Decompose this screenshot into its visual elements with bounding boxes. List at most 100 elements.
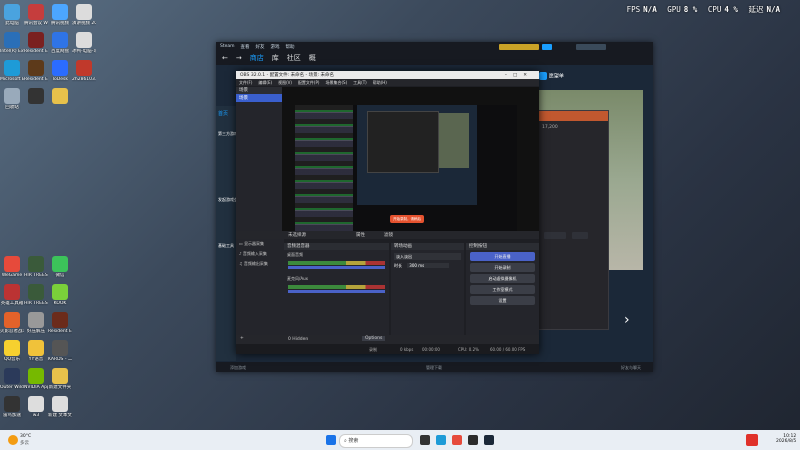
obs-menu-help[interactable]: 帮助(H) <box>373 80 387 86</box>
desktop-icon[interactable]: Resident Evil Re... <box>48 312 72 334</box>
obs-preview-canvas[interactable]: 开始录制，请稍后 <box>295 105 517 231</box>
desktop-icon[interactable]: 冰鸭-电脑-可参考到网... <box>72 32 96 54</box>
desktop-icon[interactable]: 回收站 <box>0 88 24 110</box>
obs-source-item-2[interactable]: ♪ 音频输入采集 <box>236 249 284 259</box>
steam-wishlist-button[interactable]: 愿望单 <box>549 74 564 80</box>
tray-app-icon[interactable] <box>746 434 758 446</box>
obs-transition-select[interactable]: 淡入淡出 <box>394 253 461 260</box>
steam-taskbar-icon[interactable] <box>484 435 494 445</box>
desktop-icon[interactable]: 腾讯视频 <box>48 4 72 26</box>
steam-sidebar-home[interactable]: 首页 <box>216 110 236 117</box>
desktop-icon[interactable] <box>24 88 48 105</box>
steam-popup-button-1[interactable] <box>544 232 566 239</box>
steam-notify-button[interactable] <box>542 44 552 50</box>
desktop-icon[interactable]: 此电脑 <box>0 4 24 26</box>
desktop-icon[interactable]: Resident Evil 4 <box>24 60 48 82</box>
desktop-icon[interactable]: 雷鸟加速 <box>0 396 24 418</box>
desktop-icon-label: 雷鸟加速 <box>3 413 21 418</box>
obs-track-2-slider[interactable] <box>288 290 385 293</box>
desktop-icon[interactable]: 新建文件夹 <box>48 368 72 390</box>
obs-source-item-3[interactable]: ♫ 音频输出采集 <box>236 259 284 269</box>
edge-icon[interactable] <box>436 435 446 445</box>
desktop-icon[interactable]: 演讲视频 2026-07-2... <box>72 4 96 26</box>
steam-menu-friends[interactable]: 好友 <box>256 44 265 50</box>
obs-source-item-1[interactable]: ▭ 显示器采集 <box>236 239 284 249</box>
obs-preview-area[interactable]: 开始录制，请稍后 <box>282 87 539 237</box>
desktop-icon[interactable]: w3 <box>24 396 48 418</box>
obs-filters-button[interactable]: 滤镜 <box>384 232 393 238</box>
steam-tab-community[interactable]: 社区 <box>287 53 301 63</box>
steam-account-button[interactable] <box>576 44 606 50</box>
desktop-icon[interactable]: HIR TREES PUZZLE <box>24 256 48 278</box>
obs-window[interactable]: OBS 32.0.1 - 配置文件: 未命名 - 场景: 未命名 –□✕ 文件(… <box>236 71 539 354</box>
add-icon[interactable]: + <box>240 336 244 341</box>
obs-menu-view[interactable]: 视图(V) <box>278 80 292 86</box>
taskbar-search[interactable]: ⌕ 搜索 <box>339 434 413 448</box>
desktop-icon[interactable]: 腾讯会议 WeGame版 <box>24 4 48 26</box>
desktop-icon[interactable]: KARDS - 二战卡牌游戏 <box>48 340 72 362</box>
desktop-icon[interactable]: ToDesk <box>48 60 72 82</box>
steam-popup-button-2[interactable] <box>572 232 588 239</box>
obs-virtual-cam-button[interactable]: 启动虚拟摄像机 <box>470 274 535 283</box>
obs-scene-item[interactable]: 场景 <box>236 94 282 102</box>
steam-nav-back-icon[interactable]: ← <box>222 54 228 62</box>
steam-manage-downloads[interactable]: 管理下载 <box>426 365 442 371</box>
obs-start-stream-button[interactable]: 开始直播 <box>470 252 535 261</box>
obs-start-record-button[interactable]: 开始录制 <box>470 263 535 272</box>
steam-sidebar-thirdparty[interactable]: 第三方游戏 <box>216 131 236 137</box>
steam-friends-chat[interactable]: 好友与聊天 <box>621 365 641 371</box>
window-controls-icon[interactable]: –□✕ <box>505 73 533 78</box>
steam-sidebar-session[interactable]: 发起游戏会话 <box>216 197 236 203</box>
obs-track-1-slider[interactable] <box>288 266 385 269</box>
obs-options-button[interactable]: Options <box>362 336 386 341</box>
chevron-right-icon[interactable]: › <box>624 312 630 328</box>
desktop-icon[interactable]: 2h286103... <box>72 60 96 82</box>
app-icon <box>28 256 44 272</box>
app-icon <box>4 88 20 104</box>
desktop-icon[interactable]: YY语音 <box>24 340 48 362</box>
weather-icon[interactable] <box>8 435 18 445</box>
obs-settings-button[interactable]: 设置 <box>470 296 535 305</box>
obs-properties-button[interactable]: 属性 <box>356 232 365 238</box>
steam-tab-store[interactable]: 商店 <box>250 53 264 63</box>
steam-menu-help[interactable]: 帮助 <box>286 44 295 50</box>
desktop-icon[interactable]: Microsoft Edge <box>0 60 24 82</box>
obs-duration-input[interactable]: 300 ms <box>407 263 450 268</box>
desktop-icon[interactable]: NVIDIA App <box>24 368 48 390</box>
desktop-icon[interactable]: Resident Evil 2 <box>24 32 48 54</box>
obs-studio-mode-button[interactable]: 工作室模式 <box>470 285 535 294</box>
obs-menu-file[interactable]: 文件(F) <box>239 80 252 86</box>
wegame-taskbar-icon[interactable] <box>452 435 462 445</box>
obs-menu-profile[interactable]: 配置文件(P) <box>298 80 320 86</box>
steam-sidebar-tools[interactable]: 基础工具 <box>216 243 236 249</box>
desktop-icon[interactable]: 新建 文本文档 <box>48 396 72 418</box>
desktop-icon[interactable]: HIR TREES THE PUZZ... <box>24 284 48 306</box>
desktop-icon[interactable]: 好压解压 <box>24 312 48 334</box>
steam-menu-view[interactable]: 查看 <box>241 44 250 50</box>
clock[interactable]: 10:12 2026/8/5 <box>776 434 796 444</box>
obs-menu-tools[interactable]: 工具(T) <box>353 80 367 86</box>
desktop-icon[interactable]: QQ音乐 <box>0 340 24 362</box>
desktop-icon[interactable]: Intel(R) Extrem... <box>0 32 24 54</box>
task-view-icon[interactable] <box>420 435 430 445</box>
steam-tab-profile[interactable]: 概 <box>309 53 316 63</box>
steam-add-game[interactable]: 添加游戏 <box>230 365 246 371</box>
obs-menu-scenecollection[interactable]: 场景集合(S) <box>325 80 347 86</box>
desktop-icon[interactable]: Outer Wilds <box>0 368 24 390</box>
steam-store-button[interactable] <box>499 44 539 50</box>
obs-menu-edit[interactable]: 编辑(E) <box>258 80 272 86</box>
steam-menu-steam[interactable]: Steam <box>220 44 235 49</box>
steam-nav-forward-icon[interactable]: → <box>236 54 242 62</box>
desktop-icon[interactable]: KOOK <box>48 284 72 306</box>
steam-menu-games[interactable]: 游戏 <box>271 44 280 50</box>
desktop-icon[interactable] <box>48 88 72 105</box>
desktop-icon[interactable]: 火影忍者战斗 <box>0 312 24 334</box>
desktop-icon[interactable]: 英雄工具箱 <box>0 284 24 306</box>
desktop-icon-label: 腾讯会议 WeGame版 <box>24 21 48 26</box>
desktop-icon[interactable]: 百度网盘 <box>48 32 72 54</box>
steam-tab-library[interactable]: 库 <box>272 53 279 63</box>
desktop-icon[interactable]: WeGame <box>0 256 24 278</box>
start-icon[interactable] <box>326 435 336 445</box>
obs-taskbar-icon[interactable] <box>468 435 478 445</box>
desktop-icon[interactable]: 微信 <box>48 256 72 278</box>
